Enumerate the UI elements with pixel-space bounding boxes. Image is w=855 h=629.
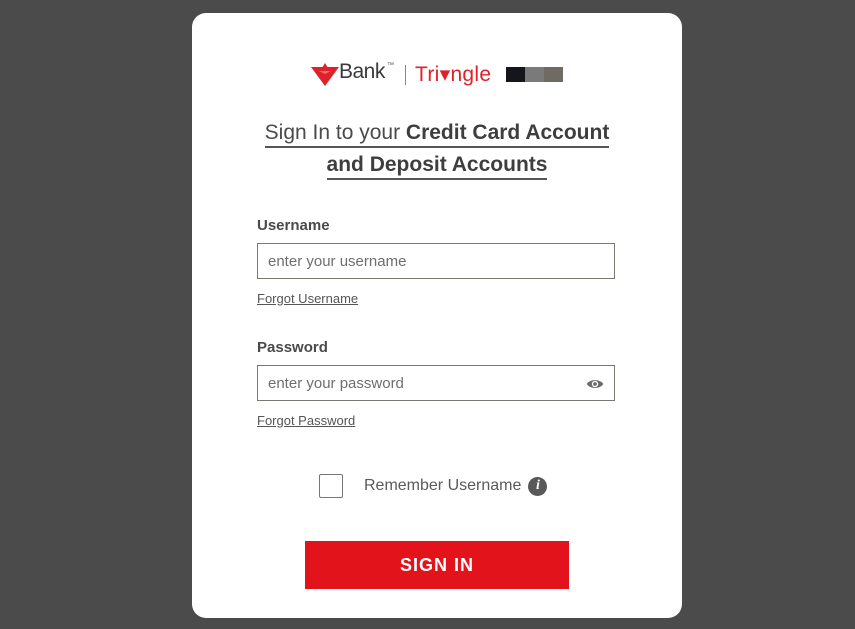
credit-cards-image (506, 67, 563, 82)
triangle-wordmark: Tri▾ngle (415, 63, 492, 86)
brand-logo: Bank ™ Tri▾ngle (310, 60, 570, 90)
page-title: Sign In to your Credit Card Account and … (192, 121, 682, 185)
login-card: Bank ™ Tri▾ngle Sign In to your Credit C… (192, 13, 682, 618)
remember-username-label[interactable]: Remember Username (364, 477, 521, 495)
maple-leaf-triangle-icon (311, 63, 339, 86)
password-field[interactable] (257, 365, 615, 401)
card-grey (525, 67, 544, 82)
remember-username-row: Remember Username i (319, 473, 548, 499)
card-bronze (544, 67, 563, 82)
password-input[interactable] (258, 366, 578, 400)
forgot-username-link[interactable]: Forgot Username (257, 291, 358, 306)
title-line-2: and Deposit Accounts (326, 153, 548, 180)
username-field[interactable] (257, 243, 615, 279)
username-input[interactable] (258, 244, 578, 278)
eye-icon[interactable] (586, 377, 604, 391)
info-icon[interactable]: i (528, 476, 548, 496)
forgot-password-link[interactable]: Forgot Password (257, 413, 355, 428)
title-line-1: Sign In to your Credit Card Account (264, 121, 610, 148)
logo-divider (405, 65, 406, 85)
card-black (506, 67, 525, 82)
password-label: Password (257, 339, 328, 356)
bank-wordmark: Bank (339, 60, 385, 83)
sign-in-button[interactable]: SIGN IN (305, 541, 569, 589)
remember-username-checkbox[interactable] (319, 474, 343, 498)
username-label: Username (257, 217, 330, 234)
trademark-symbol: ™ (387, 62, 394, 69)
